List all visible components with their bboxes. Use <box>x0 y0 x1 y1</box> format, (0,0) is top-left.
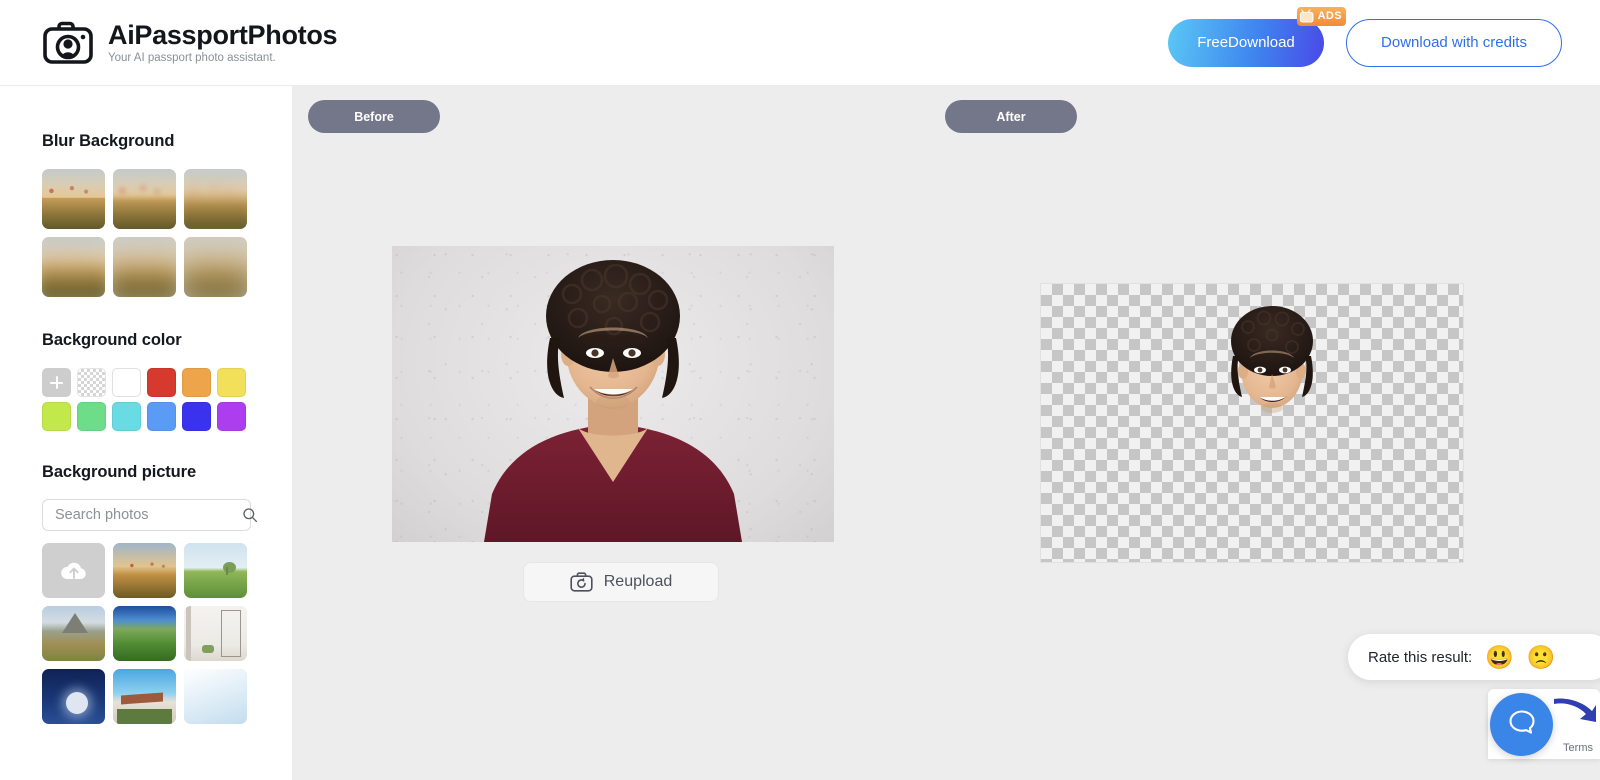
chat-bubble-icon <box>1507 707 1537 742</box>
background-photo-7[interactable] <box>113 669 176 724</box>
blur-thumb-5[interactable] <box>184 237 247 297</box>
before-subject <box>484 260 742 542</box>
swatch-color-6[interactable] <box>112 402 141 431</box>
after-subject-cutout <box>1231 306 1313 413</box>
blur-thumb-image <box>184 169 247 229</box>
rate-result-widget: Rate this result: 😃 🙁 <box>1348 634 1600 680</box>
brand-title: AiPassportPhotos <box>108 19 338 50</box>
swatch-color-9[interactable] <box>217 402 246 431</box>
brand-subtitle: Your AI passport photo assistant. <box>108 52 276 65</box>
swatch-color-2[interactable] <box>182 368 211 397</box>
background-photo-6[interactable] <box>42 669 105 724</box>
editor-canvas: Before After Reupload Rate this result: … <box>293 86 1600 780</box>
tab-after[interactable]: After <box>945 100 1077 133</box>
blur-thumb-4[interactable] <box>113 237 176 297</box>
blur-thumb-image <box>42 237 105 297</box>
background-photo-8[interactable] <box>184 669 247 724</box>
app-header: AiPassportPhotos Your AI passport photo … <box>0 0 1600 86</box>
swatch-color-4[interactable] <box>42 402 71 431</box>
camera-refresh-icon <box>570 572 593 592</box>
ads-badge: ADS <box>1296 6 1346 26</box>
blur-thumb-image <box>113 237 176 297</box>
help-chat-button[interactable] <box>1490 693 1553 756</box>
search-input[interactable] <box>55 507 242 523</box>
blur-thumb-1[interactable] <box>113 169 176 229</box>
background-photo-5[interactable] <box>184 606 247 661</box>
background-photo-3[interactable] <box>42 606 105 661</box>
blur-background-title: Blur Background <box>42 132 175 150</box>
background-color-title: Background color <box>42 331 182 349</box>
cloud-upload-icon <box>59 559 89 583</box>
blur-thumb-0[interactable] <box>42 169 105 229</box>
rate-positive-icon[interactable]: 😃 <box>1485 645 1514 669</box>
background-picture-title: Background picture <box>42 463 197 481</box>
blur-thumb-image <box>113 169 176 229</box>
before-image <box>392 246 834 542</box>
tab-before[interactable]: Before <box>308 100 440 133</box>
tv-icon <box>1299 8 1316 24</box>
arrow-icon <box>1552 695 1598 725</box>
upload-photo-tile[interactable] <box>42 543 105 598</box>
reupload-label: Reupload <box>603 573 673 590</box>
background-photo-1[interactable] <box>113 543 176 598</box>
reupload-button[interactable]: Reupload <box>523 562 719 602</box>
blur-thumb-2[interactable] <box>184 169 247 229</box>
swatch-color-8[interactable] <box>182 402 211 431</box>
ads-badge-label: ADS <box>1317 9 1342 22</box>
download-with-credits-button[interactable]: Download with credits <box>1346 18 1562 67</box>
swatch-color-0[interactable] <box>112 368 141 397</box>
rate-negative-icon[interactable]: 🙁 <box>1527 645 1556 669</box>
search-photos-box[interactable] <box>42 499 258 531</box>
swatch-color-1[interactable] <box>147 368 176 397</box>
swatch-transparent[interactable] <box>77 368 106 397</box>
sidebar: Blur Background Background color Backgro… <box>0 86 293 780</box>
rate-label: Rate this result: <box>1368 648 1473 666</box>
brand: AiPassportPhotos Your AI passport photo … <box>42 19 338 66</box>
background-photo-4[interactable] <box>113 606 176 661</box>
background-photo-2[interactable] <box>184 543 247 598</box>
free-download-wrapper: FreeDownload ADS <box>1168 6 1346 67</box>
swatch-color-5[interactable] <box>77 402 106 431</box>
blur-thumb-image <box>42 169 105 229</box>
terms-label[interactable]: Terms <box>1563 742 1593 754</box>
after-image-panel <box>1040 283 1464 563</box>
blur-thumb-3[interactable] <box>42 237 105 297</box>
background-color-grid <box>42 368 250 431</box>
blur-thumb-image <box>184 237 247 297</box>
blur-background-grid <box>42 169 250 297</box>
background-picture-grid <box>42 543 250 724</box>
free-download-button[interactable]: FreeDownload <box>1168 18 1324 67</box>
camera-logo-icon <box>42 20 94 66</box>
header-actions: FreeDownload ADS Download with credits <box>1168 6 1562 67</box>
add-custom-color-button[interactable] <box>42 368 71 397</box>
search-icon[interactable] <box>242 507 258 523</box>
swatch-color-7[interactable] <box>147 402 176 431</box>
swatch-color-3[interactable] <box>217 368 246 397</box>
